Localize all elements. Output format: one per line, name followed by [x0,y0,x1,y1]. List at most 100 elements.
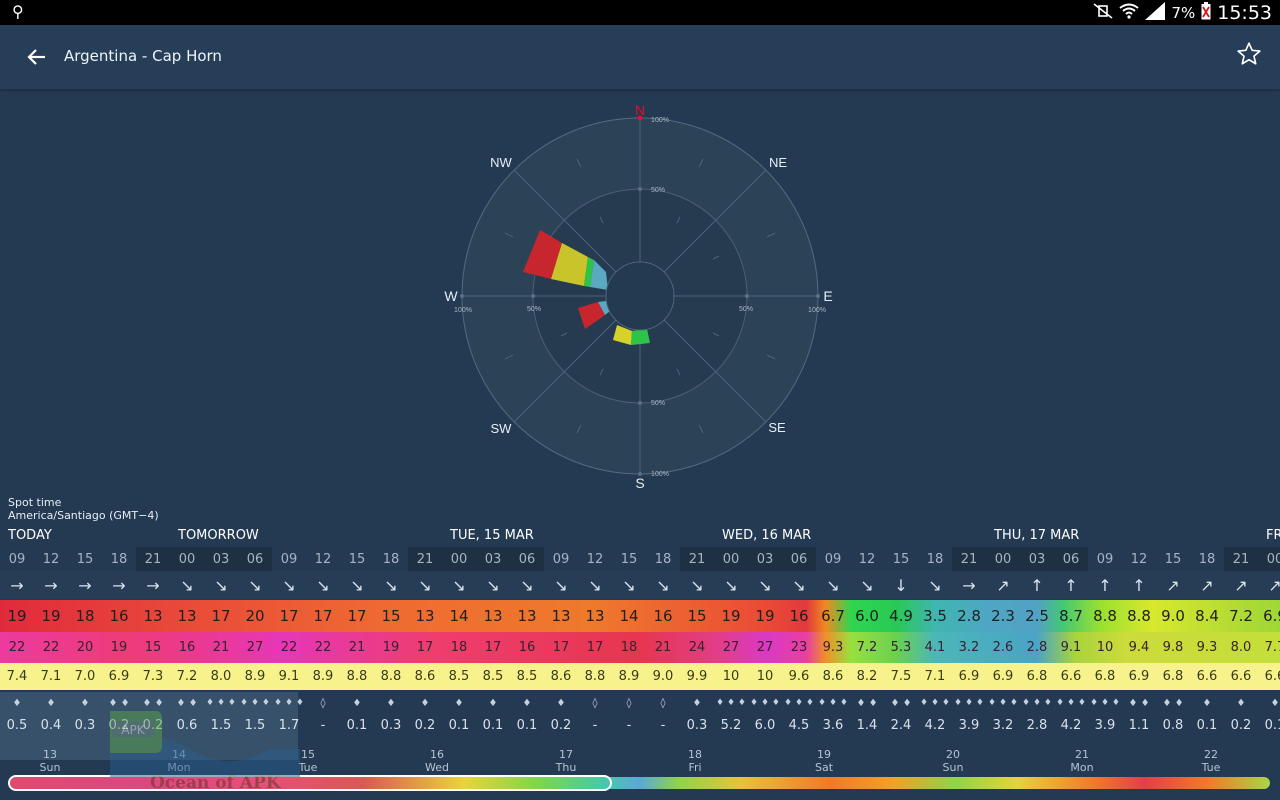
compass-nw: NW [490,155,512,170]
wind-direction-arrow: ↘ [316,575,330,595]
wind-direction-arrow: ↘ [486,575,500,595]
wind-speed-cell: 19 [7,607,27,625]
wind-gust-cell: 15 [144,640,162,655]
temperature-cell: 6.6 [1230,669,1252,684]
rose-center [605,261,675,331]
timeline-date: 13 [43,748,57,761]
temperature-cell: 6.9 [108,669,130,684]
wind-gust-cell: 23 [790,640,808,655]
battery-icon [1201,1,1211,24]
wind-gust-cell: 27 [246,640,264,655]
wind-speed-cell: 8.7 [1059,607,1083,625]
timeline-window[interactable] [8,775,612,791]
wind-direction-arrow: ↘ [826,575,840,595]
rain-drop-icon: ♦ [1202,697,1212,709]
wind-gust-cell: 22 [280,640,298,655]
rain-drop-icon: ♦ [1270,697,1280,709]
timeline[interactable]: 13 Sun 14 Mon 15 Tue 16 Wed 17 Thu 18 Fri 19 Sat 20 Sun… [0,736,1280,800]
hour-cell: 15 [1164,551,1182,567]
app-bar: Argentina - Cap Horn [0,25,1280,89]
hour-cell: 06 [238,547,272,571]
timeline-day: Sun [39,761,61,774]
compass-sw: SW [491,421,513,436]
precipitation-cell: 4.2 [1060,717,1082,733]
temperature-cell: 8.9 [244,669,266,684]
wind-speed-cell: 14 [449,607,469,625]
wind-gust-cell: 22 [42,640,60,655]
timeline-day: Fri [688,761,702,774]
temperature-cell: 6.8 [1162,669,1184,684]
day-header-row: TODAY TOMORROW TUE, 15 MAR WED, 16 MAR T… [0,527,1280,545]
favorite-button[interactable] [1236,41,1262,67]
rain-drop-icon: ♦ [352,697,362,709]
rain-drop-icon: ♦ [386,697,396,709]
temperature-cell: 7.5 [890,669,912,684]
compass-se: SE [768,420,786,435]
wind-direction-arrow: → [44,575,58,595]
wind-direction-arrow: ↑ [1098,575,1112,595]
hour-cell: 21 [680,547,714,571]
hour-cell: 18 [1198,551,1216,567]
wind-direction-row: → → → → → ↘ ↘ ↘ ↘ ↘ ↘ ↘ ↘ ↘ ↘ ↘ ↘ ↘ ↘ ↘ ↘ ↘ ↘ ↘ ↘ ↘ ↓ ↘ → ↗ ↑ ↑ ↑ ↑ ↗ ↗ ↗ ↗ [0,571,1280,599]
ring-label-n-100: 100% [651,117,669,124]
hour-cell: 09 [1096,551,1114,567]
ring-label-s-100: 100% [651,471,669,478]
precipitation-cell: 0.5 [6,717,28,733]
arrow-left-icon [27,49,45,65]
hour-cell: 09 [552,551,570,567]
wind-gust-cell: 7.2 [856,640,878,655]
hour-cell: 21 [408,547,442,571]
rain-drop-icon: ♦ [420,697,430,709]
wind-speed-cell: 18 [75,607,95,625]
wind-gust-cell: 24 [688,640,706,655]
rain-drop-icon: ♦ [454,697,464,709]
ring-label-e-50: 50% [739,306,753,313]
hour-cell: 21 [952,547,986,571]
rain-drop-icon: ♦ ♦ [142,697,164,709]
wind-direction-arrow: ↑ [1132,575,1146,595]
precipitation-cell: 1.5 [210,717,232,733]
wind-direction-arrow: ↘ [758,575,772,595]
wind-speed-cell: 14 [619,607,639,625]
wind-speed-cell: 17 [347,607,367,625]
precipitation-cell: 0.3 [686,717,708,733]
wind-direction-arrow: ↗ [996,575,1010,595]
precipitation-cell: 1.4 [856,717,878,733]
hour-cell: 00 [714,547,748,571]
clock: 15:53 [1217,1,1272,24]
hour-cell: 06 [510,547,544,571]
temperature-cell: 8.5 [448,669,470,684]
wind-speed-cell: 8.8 [1127,607,1151,625]
hour-cell: 15 [620,551,638,567]
temperature-cell: 9.6 [788,669,810,684]
temperature-cell: 9.0 [652,669,674,684]
wind-direction-arrow: ↘ [520,575,534,595]
rain-drop-icon: ♦ ♦ [856,697,878,709]
temperature-cell: 10 [722,669,740,684]
timeline-date: 20 [946,748,960,761]
rain-drop-icon: ♦ ♦ ♦ [1056,698,1086,708]
wind-direction-arrow: ↘ [724,575,738,595]
temperature-cell: 6.6 [1264,669,1280,684]
temperature-cell: 6.8 [1094,669,1116,684]
back-button[interactable] [20,41,52,73]
compass-s: S [635,475,644,491]
wind-direction-arrow: ↘ [282,575,296,595]
temperature-cell: 8.0 [210,669,232,684]
precipitation-cell: 0.2 [142,717,164,733]
wind-direction-arrow: ↑ [1064,575,1078,595]
hour-cell: 18 [926,551,944,567]
hour-cell: 09 [824,551,842,567]
precipitation-cell: 6.0 [754,717,776,733]
rain-drop-icon: ◊ [592,697,598,709]
temperature-cell: 7.2 [176,669,198,684]
wind-speed-cell: 16 [109,607,129,625]
wind-speed-cell: 19 [721,607,741,625]
wind-direction-arrow: ↘ [792,575,806,595]
rain-drop-icon: ♦ ♦ ♦ [784,698,814,708]
precipitation-row: 0.5 0.4 0.3 0.2 0.2 0.6 1.5 1.5 1.7 - 0.1 0.3 0.2 0.1… [0,714,1280,736]
page-title: Argentina - Cap Horn [64,47,222,65]
precipitation-cell: 0.2 [1230,717,1252,733]
precipitation-icon-row: ♦ ♦ ♦ ♦ ♦ ♦ ♦ ♦ ♦ ♦ ♦ ♦ ♦ ♦ ♦ ♦ ♦ ♦ ◊ ♦ ♦ ♦ ♦ ♦ ♦ ♦ ◊ ◊ ◊ ♦ ♦… [0,692,1280,714]
ring-label-e-100: 100% [808,307,826,314]
